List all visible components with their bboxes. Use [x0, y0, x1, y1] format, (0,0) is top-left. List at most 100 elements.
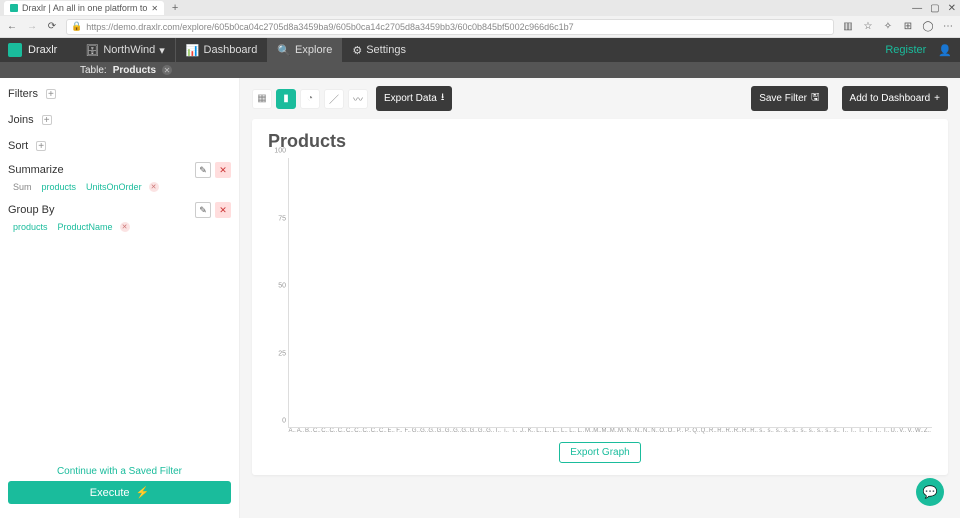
export-graph-label: Export Graph: [570, 447, 629, 458]
x-tick: T..: [874, 428, 882, 434]
table-bar: Table: Products ✕: [0, 62, 960, 78]
query-sidebar: Filters + Joins + Sort + Summarize ✎ ✕ S…: [0, 78, 240, 518]
x-tick: C..: [338, 428, 346, 434]
view-line-icon[interactable]: ／: [324, 89, 344, 109]
favicon-icon: [10, 4, 18, 12]
x-tick: A..: [288, 428, 296, 434]
nav-settings-label: Settings: [366, 44, 406, 56]
more-icon[interactable]: ⋯: [942, 21, 954, 33]
x-tick: R..: [750, 428, 758, 434]
add-dashboard-label: Add to Dashboard: [850, 93, 931, 104]
x-tick: M..: [593, 428, 601, 434]
x-tick: s..: [800, 428, 808, 434]
chat-fab[interactable]: 💬: [916, 478, 944, 506]
nav-explore[interactable]: 🔍 Explore: [267, 38, 342, 62]
execute-button[interactable]: Execute ⚡: [8, 481, 231, 504]
groupby-chip[interactable]: products ProductName ✕: [8, 218, 231, 236]
remove-summarize-chip-icon[interactable]: ✕: [149, 182, 159, 192]
x-tick: L..: [560, 428, 568, 434]
x-tick: s..: [791, 428, 799, 434]
url-field[interactable]: 🔒 https://demo.draxlr.com/explore/605b0c…: [66, 19, 834, 35]
add-dashboard-button[interactable]: Add to Dashboard +: [842, 86, 948, 111]
add-filter-icon[interactable]: +: [46, 89, 56, 99]
summarize-col: UnitsOnOrder: [83, 182, 145, 192]
x-tick: G..: [412, 428, 420, 434]
window-minimize[interactable]: —: [912, 3, 922, 14]
x-tick: C..: [379, 428, 387, 434]
x-tick: N..: [635, 428, 643, 434]
x-axis: A..A..B..C..C..C..C..C..C..C..C..C..E..F…: [288, 428, 932, 434]
register-link[interactable]: Register: [885, 44, 926, 56]
joins-section[interactable]: Joins +: [8, 110, 231, 130]
delete-groupby-icon[interactable]: ✕: [215, 202, 231, 218]
x-tick: P..: [684, 428, 692, 434]
export-data-label: Export Data: [384, 93, 437, 104]
x-tick: L..: [569, 428, 577, 434]
view-pie-icon[interactable]: ◔: [300, 89, 320, 109]
sort-section[interactable]: Sort +: [8, 136, 231, 156]
x-tick: G..: [437, 428, 445, 434]
x-tick: s..: [816, 428, 824, 434]
window-close[interactable]: ✕: [948, 3, 956, 14]
reload-icon[interactable]: ⟳: [46, 21, 58, 33]
filters-section[interactable]: Filters +: [8, 84, 231, 104]
save-filter-button[interactable]: Save Filter 🖫: [751, 86, 827, 111]
x-tick: M..: [602, 428, 610, 434]
read-mode-icon[interactable]: ▥: [842, 21, 854, 33]
back-icon[interactable]: ←: [6, 21, 18, 33]
y-tick: 25: [278, 350, 286, 357]
sort-label: Sort: [8, 140, 28, 152]
table-close-icon[interactable]: ✕: [162, 65, 172, 75]
profile-icon[interactable]: ◯: [922, 21, 934, 33]
y-tick: 0: [282, 418, 286, 425]
collections-icon[interactable]: ⊞: [902, 21, 914, 33]
edit-summarize-icon[interactable]: ✎: [195, 162, 211, 178]
nav-settings[interactable]: ⚙ Settings: [342, 38, 416, 62]
x-tick: V..: [907, 428, 915, 434]
view-bar-icon[interactable]: ▮: [276, 89, 296, 109]
remove-groupby-chip-icon[interactable]: ✕: [120, 222, 130, 232]
browser-tab[interactable]: Draxlr | An all in one platform to ✕: [4, 1, 164, 15]
extensions-icon[interactable]: ✧: [882, 21, 894, 33]
view-area-icon[interactable]: 〰: [348, 89, 368, 109]
summarize-chip[interactable]: Sum products UnitsOnOrder ✕: [8, 178, 231, 196]
delete-summarize-icon[interactable]: ✕: [215, 162, 231, 178]
saved-filter-link[interactable]: Continue with a Saved Filter: [8, 466, 231, 477]
forward-icon[interactable]: →: [26, 21, 38, 33]
save-icon: 🖫: [811, 90, 820, 107]
nav-dashboard[interactable]: 📊 Dashboard: [175, 38, 268, 62]
x-tick: T..: [857, 428, 865, 434]
x-tick: P..: [676, 428, 684, 434]
x-tick: F..: [395, 428, 403, 434]
y-tick: 75: [278, 215, 286, 222]
x-tick: R..: [734, 428, 742, 434]
close-icon[interactable]: ✕: [151, 4, 158, 13]
filters-label: Filters: [8, 88, 38, 100]
address-bar: ← → ⟳ 🔒 https://demo.draxlr.com/explore/…: [0, 16, 960, 38]
x-tick: R..: [725, 428, 733, 434]
brand-name[interactable]: Draxlr: [28, 44, 57, 56]
x-tick: O..: [659, 428, 667, 434]
export-data-button[interactable]: Export Data ⭳: [376, 86, 452, 111]
y-tick: 50: [278, 283, 286, 290]
add-join-icon[interactable]: +: [42, 115, 52, 125]
export-graph-button[interactable]: Export Graph: [559, 442, 640, 463]
summarize-agg: Sum: [10, 182, 35, 192]
edit-groupby-icon[interactable]: ✎: [195, 202, 211, 218]
add-sort-icon[interactable]: +: [36, 141, 46, 151]
x-tick: O..: [668, 428, 676, 434]
view-table-icon[interactable]: ▦: [252, 89, 272, 109]
plus-icon: +: [934, 93, 940, 104]
chevron-down-icon: ▾: [159, 44, 165, 57]
x-tick: L..: [544, 428, 552, 434]
x-tick: s..: [824, 428, 832, 434]
x-tick: L..: [577, 428, 585, 434]
user-icon[interactable]: 👤: [938, 44, 952, 57]
dashboard-icon: 📊: [186, 44, 200, 57]
x-tick: I..: [494, 428, 502, 434]
db-selector[interactable]: 🗄 NorthWind ▾: [75, 38, 174, 62]
new-tab-button[interactable]: +: [168, 2, 182, 14]
x-tick: Q..: [701, 428, 709, 434]
favorite-icon[interactable]: ☆: [862, 21, 874, 33]
window-maximize[interactable]: ▢: [930, 3, 939, 14]
